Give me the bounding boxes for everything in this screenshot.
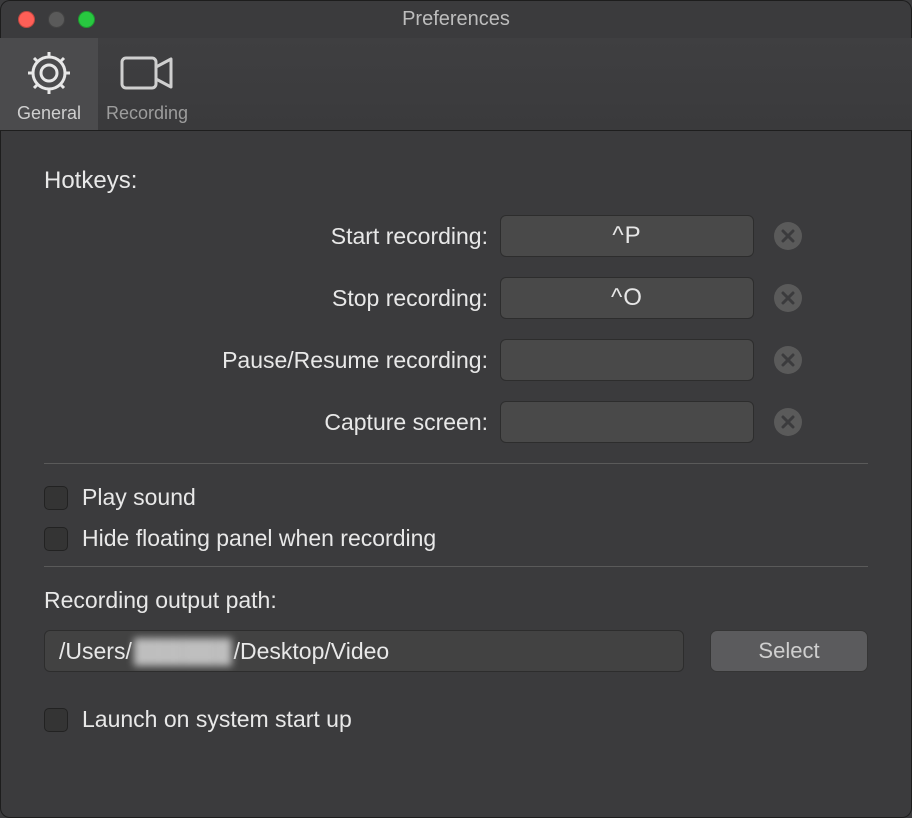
hide-panel-label: Hide floating panel when recording [82,525,436,552]
hotkey-label-capture: Capture screen: [44,409,500,436]
preferences-window: Preferences [0,0,912,818]
hotkey-label-stop: Stop recording: [44,285,500,312]
tab-recording-label: Recording [106,103,188,124]
play-sound-label: Play sound [82,484,196,511]
hotkey-row-start: Start recording: ^P [44,215,868,257]
play-sound-checkbox[interactable] [44,486,68,510]
hotkey-input-pause[interactable] [500,339,754,381]
hotkey-input-capture[interactable] [500,401,754,443]
output-path-input[interactable]: /Users/██████/Desktop/Video [44,630,684,672]
path-prefix: /Users/ [59,638,132,665]
hotkey-label-start: Start recording: [44,223,500,250]
close-icon [781,229,795,243]
close-icon [781,353,795,367]
path-suffix: /Desktop/Video [234,638,390,665]
select-path-button[interactable]: Select [710,630,868,672]
titlebar: Preferences [0,0,912,38]
tab-recording[interactable]: Recording [98,38,196,130]
hide-panel-row: Hide floating panel when recording [44,525,868,552]
window-controls [0,11,95,28]
close-window-button[interactable] [18,11,35,28]
clear-hotkey-start[interactable] [774,222,802,250]
gear-icon [25,38,73,101]
hotkeys-title: Hotkeys: [44,167,868,195]
hotkey-row-capture: Capture screen: [44,401,868,443]
clear-hotkey-pause[interactable] [774,346,802,374]
launch-startup-label: Launch on system start up [82,706,352,733]
hotkey-label-pause: Pause/Resume recording: [44,347,500,374]
clear-hotkey-capture[interactable] [774,408,802,436]
hotkey-input-start[interactable]: ^P [500,215,754,257]
clear-hotkey-stop[interactable] [774,284,802,312]
hide-panel-checkbox[interactable] [44,527,68,551]
zoom-window-button[interactable] [78,11,95,28]
output-path-row: /Users/██████/Desktop/Video Select [44,630,868,672]
camera-icon [119,38,175,101]
play-sound-row: Play sound [44,484,868,511]
launch-startup-checkbox[interactable] [44,708,68,732]
tab-general-label: General [17,103,81,124]
window-title: Preferences [0,8,912,31]
toolbar: General Recording [0,38,912,131]
hotkey-input-stop[interactable]: ^O [500,277,754,319]
output-path-label: Recording output path: [44,587,868,614]
divider [44,566,868,567]
tab-general[interactable]: General [0,38,98,130]
minimize-window-button[interactable] [48,11,65,28]
close-icon [781,415,795,429]
path-redacted: ██████ [134,638,232,665]
content-area: Hotkeys: Start recording: ^P Stop record… [0,131,912,733]
launch-startup-row: Launch on system start up [44,706,868,733]
divider [44,463,868,464]
hotkey-row-pause: Pause/Resume recording: [44,339,868,381]
close-icon [781,291,795,305]
hotkey-row-stop: Stop recording: ^O [44,277,868,319]
